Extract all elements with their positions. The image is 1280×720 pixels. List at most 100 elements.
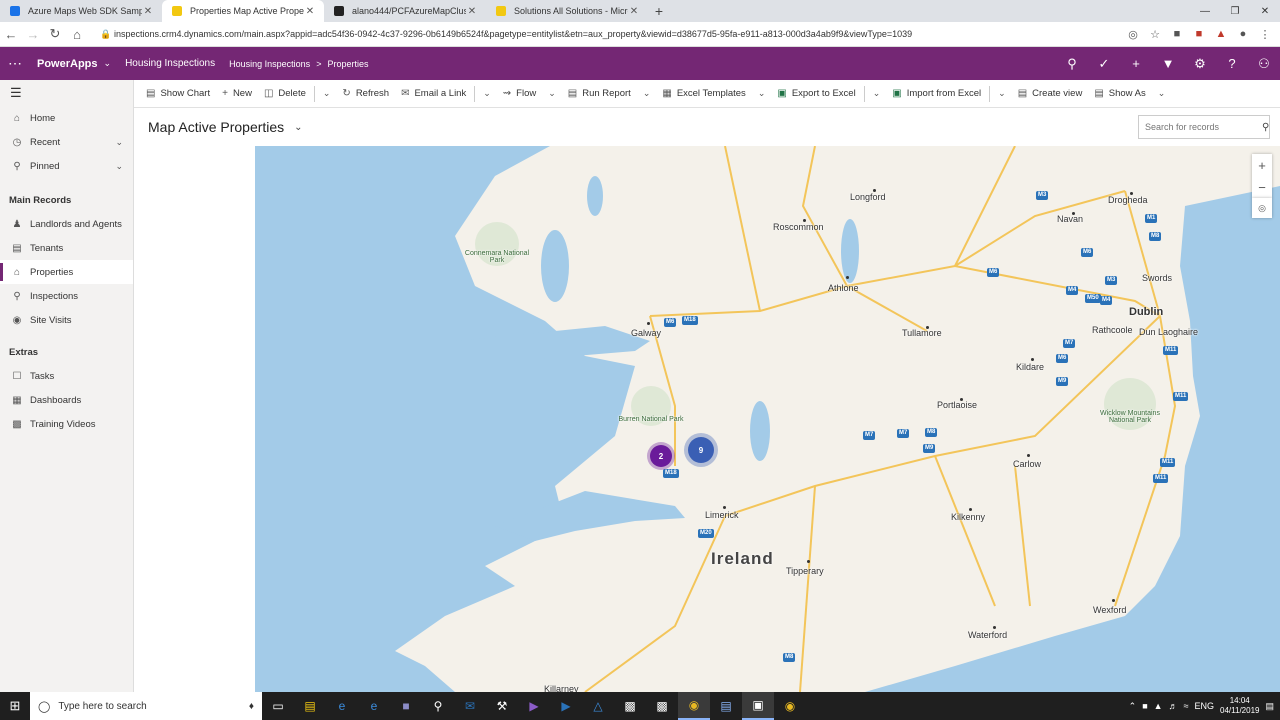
run-report-button[interactable]: ▤ Run Report (562, 80, 637, 108)
user-icon[interactable]: ⚇ (1248, 47, 1280, 80)
windows-start-icon[interactable]: ⊞ (0, 692, 30, 720)
sidebar-item-site-visits[interactable]: ◉ Site Visits (0, 308, 133, 332)
map-cluster-marker[interactable]: 9 (688, 437, 714, 463)
network-icon[interactable]: ▲ (1154, 701, 1163, 711)
window-icon[interactable]: ▣ (742, 692, 774, 720)
teams-icon[interactable]: ■ (390, 692, 422, 720)
language-indicator[interactable]: ENG (1195, 701, 1215, 711)
close-tab-icon[interactable]: ✕ (628, 6, 640, 17)
browser-menu-icon[interactable]: ⋮ (1256, 25, 1274, 43)
sidebar-item-dashboards[interactable]: ▦ Dashboards (0, 388, 133, 412)
zoom-in-button[interactable]: + (1252, 154, 1272, 176)
volume-icon[interactable]: ♬ (1169, 701, 1178, 711)
chrome-icon[interactable]: ◉ (774, 692, 806, 720)
sidebar-item-properties[interactable]: ⌂ Properties (0, 260, 133, 284)
sidebar-item-landlords[interactable]: ♟ Landlords and Agents (0, 212, 133, 236)
plus-icon[interactable]: + (1120, 47, 1152, 80)
map-cluster-marker[interactable]: 2 (650, 445, 672, 467)
location-icon[interactable]: ◎ (1124, 25, 1142, 43)
filter-icon[interactable]: ▼ (1152, 47, 1184, 80)
excel-templates-button[interactable]: ▦ Excel Templates (656, 80, 751, 108)
new-button[interactable]: + New (216, 80, 258, 108)
map-control[interactable]: Longford Roscommon Navan Drogheda Swords… (255, 146, 1280, 692)
close-tab-icon[interactable]: ✕ (466, 6, 478, 17)
microphone-icon[interactable]: ♦ (249, 701, 254, 712)
clock[interactable]: 14:04 04/11/2019 (1220, 696, 1259, 716)
visual-studio-icon[interactable]: ▶ (518, 692, 550, 720)
vscode-icon[interactable]: △ (582, 692, 614, 720)
chevron-down-icon[interactable]: ⌄ (992, 88, 1012, 99)
sidebar-item-tenants[interactable]: ▤ Tenants (0, 236, 133, 260)
minimize-icon[interactable]: — (1190, 0, 1220, 22)
browser-tab[interactable]: Solutions All Solutions - Microso✕ (486, 0, 648, 22)
chevron-up-icon[interactable]: ⌃ (1129, 701, 1137, 712)
view-selector-chevron-icon[interactable]: ⌄ (294, 122, 302, 133)
home-browser-icon[interactable]: ⌂ (66, 23, 88, 45)
file-explorer-icon[interactable]: ▤ (294, 692, 326, 720)
extension-icon[interactable]: ▲ (1212, 25, 1230, 43)
ie-icon[interactable]: e (358, 692, 390, 720)
chevron-down-icon[interactable]: ⌄ (317, 88, 337, 99)
restore-icon[interactable]: ❐ (1220, 0, 1250, 22)
chevron-down-icon[interactable]: ⌄ (1152, 88, 1172, 99)
chevron-down-icon[interactable]: ⌄ (867, 88, 887, 99)
flow-button[interactable]: ⇝ Flow (497, 80, 542, 108)
edge-icon[interactable]: e (326, 692, 358, 720)
task-view-icon[interactable]: ▭ (262, 692, 294, 720)
close-window-icon[interactable]: ✕ (1250, 0, 1280, 22)
notification-icon[interactable]: ▤ (1265, 701, 1274, 712)
terminal-icon[interactable]: ▩ (646, 692, 678, 720)
chevron-down-icon[interactable]: ⌄ (115, 161, 123, 172)
back-icon[interactable]: ← (0, 23, 22, 45)
browser-tab[interactable]: Azure Maps Web SDK Samples -✕ (0, 0, 162, 22)
new-tab-button[interactable]: + (648, 0, 670, 22)
create-view-button[interactable]: ▤ Create view (1012, 80, 1089, 108)
search-app-icon[interactable]: ⚲ (422, 692, 454, 720)
app-launcher-icon[interactable]: ⋯ (0, 47, 30, 80)
compass-icon[interactable]: ◎ (1252, 198, 1272, 218)
sidebar-item-training-videos[interactable]: ▩ Training Videos (0, 412, 133, 436)
sidebar-item-home[interactable]: ⌂ Home (0, 106, 133, 130)
show-chart-button[interactable]: ▤ Show Chart (140, 80, 216, 108)
close-tab-icon[interactable]: ✕ (304, 6, 316, 17)
sidebar-item-inspections[interactable]: ⚲ Inspections (0, 284, 133, 308)
wifi-icon[interactable]: ≈ (1184, 701, 1189, 711)
breadcrumb-entity[interactable]: Properties (327, 59, 368, 69)
task-flow-icon[interactable]: ✓ (1088, 47, 1120, 80)
sidebar-item-recent[interactable]: ◷ Recent ⌄ (0, 130, 133, 154)
chevron-down-icon[interactable]: ⌄ (104, 58, 112, 69)
extension-icon[interactable]: ■ (1190, 25, 1208, 43)
search-icon[interactable]: ⚲ (1262, 122, 1269, 133)
taskbar-search[interactable]: ◯ Type here to search ♦ (30, 692, 262, 720)
gear-icon[interactable]: ⚙ (1184, 47, 1216, 80)
extension-icon[interactable]: ■ (1168, 25, 1186, 43)
show-as-button[interactable]: ▤ Show As (1088, 80, 1151, 108)
notepad-icon[interactable]: ▤ (710, 692, 742, 720)
terminal-icon[interactable]: ▩ (614, 692, 646, 720)
tool-icon[interactable]: ⚒ (486, 692, 518, 720)
export-excel-button[interactable]: ▣ Export to Excel (771, 80, 861, 108)
star-icon[interactable]: ☆ (1146, 25, 1164, 43)
chevron-down-icon[interactable]: ⌄ (637, 88, 657, 99)
refresh-button[interactable]: ↻ Refresh (336, 80, 395, 108)
reload-icon[interactable]: ↻ (44, 23, 66, 45)
import-excel-button[interactable]: ▣ Import from Excel (886, 80, 987, 108)
zoom-out-button[interactable]: − (1252, 176, 1272, 198)
chevron-down-icon[interactable]: ⌄ (115, 137, 123, 148)
close-tab-icon[interactable]: ✕ (142, 6, 154, 17)
brand-name[interactable]: PowerApps (37, 58, 98, 70)
breadcrumb-app[interactable]: Housing Inspections (229, 59, 310, 69)
sidebar-item-tasks[interactable]: ☐ Tasks (0, 364, 133, 388)
forward-icon[interactable]: → (22, 23, 44, 45)
url-field[interactable]: 🔒 inspections.crm4.dynamics.com/main.asp… (100, 24, 1124, 44)
delete-button[interactable]: ◫ Delete (258, 80, 312, 108)
profile-avatar[interactable]: ● (1234, 25, 1252, 43)
sidebar-item-pinned[interactable]: ⚲ Pinned ⌄ (0, 154, 133, 178)
app-name[interactable]: Housing Inspections (125, 58, 215, 69)
search-icon[interactable]: ⚲ (1056, 47, 1088, 80)
browser-tab[interactable]: alano444/PCFAzureMapClustste✕ (324, 0, 486, 22)
powershell-icon[interactable]: ▶ (550, 692, 582, 720)
hamburger-icon[interactable]: ☰ (0, 80, 133, 106)
chevron-down-icon[interactable]: ⌄ (752, 88, 772, 99)
chrome-icon[interactable]: ◉ (678, 692, 710, 720)
